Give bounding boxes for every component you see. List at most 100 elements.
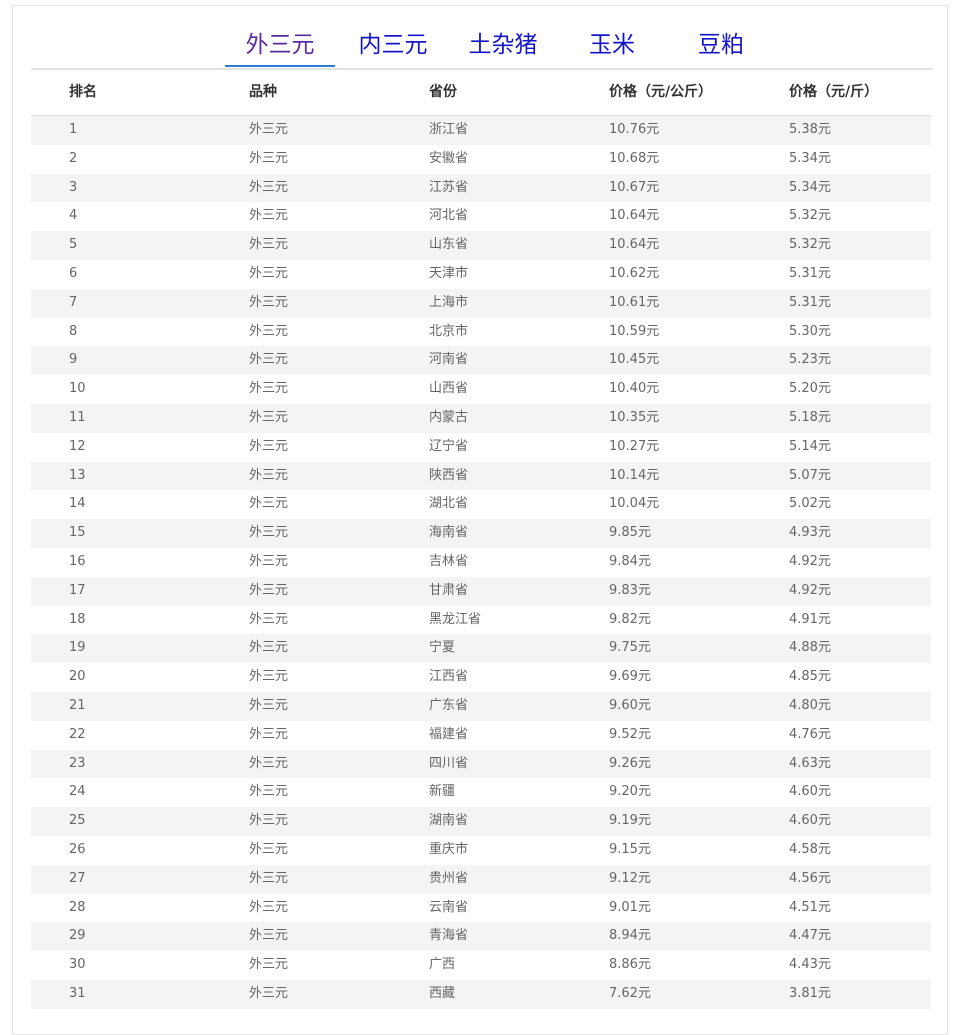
price-kg-cell: 8.94元 — [609, 928, 651, 944]
price-jin-cell: 4.92元 — [789, 582, 831, 598]
table-row: 6 外三元 天津市 10.62元 5.31元 — [31, 260, 931, 289]
breed-cell: 外三元 — [249, 755, 289, 771]
rank-cell: 2 — [69, 150, 78, 166]
price-kg-cell: 10.64元 — [609, 237, 660, 253]
price-jin-cell: 4.88元 — [789, 640, 831, 656]
breed-cell: 外三元 — [249, 899, 289, 915]
header-province: 省份 — [429, 84, 457, 100]
province-cell: 福建省 — [429, 726, 469, 742]
breed-cell: 外三元 — [249, 928, 289, 944]
rank-cell: 1 — [69, 122, 78, 137]
table-row: 7 外三元 上海市 10.61元 5.31元 — [31, 288, 931, 318]
breed-cell: 外三元 — [249, 438, 289, 454]
price-kg-cell: 9.85元 — [609, 525, 651, 541]
rank-cell: 23 — [69, 755, 86, 771]
price-jin-cell: 4.76元 — [789, 726, 831, 742]
table-row: 31 外三元 西藏 7.62元 3.81元 — [31, 979, 931, 1009]
table-row: 17 外三元 甘肃省 9.83元 4.92元 — [31, 576, 931, 606]
price-jin-cell: 4.63元 — [789, 755, 831, 771]
price-kg-cell: 9.20元 — [609, 784, 651, 800]
price-table: 排名 品种 省份 价格（元/公斤） 价格（元/斤） 1 外三元 浙江省 10.76元 5… — [31, 70, 931, 1009]
tab-tu-za-zhu[interactable]: 土杂猪 — [461, 31, 545, 67]
tab-soybean-meal[interactable]: 豆粕 — [695, 31, 747, 67]
breed-cell: 外三元 — [249, 640, 289, 656]
province-cell: 新疆 — [429, 784, 456, 800]
price-jin-cell: 5.34元 — [789, 179, 831, 195]
rank-cell: 28 — [69, 899, 86, 915]
province-cell: 辽宁省 — [429, 438, 469, 454]
table-row: 26 外三元 重庆市 9.15元 4.58元 — [31, 836, 931, 865]
price-kg-cell: 9.83元 — [609, 582, 651, 598]
price-jin-cell: 5.14元 — [789, 438, 831, 454]
province-cell: 重庆市 — [429, 841, 469, 857]
province-cell: 湖北省 — [429, 496, 469, 512]
header-price-per-kg: 价格（元/公斤） — [609, 84, 713, 100]
table-row: 15 外三元 海南省 9.85元 4.93元 — [31, 519, 931, 548]
price-jin-cell: 5.07元 — [789, 467, 831, 483]
price-kg-cell: 9.12元 — [609, 870, 651, 886]
price-jin-cell: 4.93元 — [789, 525, 831, 541]
breed-cell: 外三元 — [249, 352, 289, 368]
price-kg-cell: 10.59元 — [609, 323, 660, 339]
table-row: 12 外三元 辽宁省 10.27元 5.14元 — [31, 433, 931, 462]
province-cell: 安徽省 — [429, 150, 469, 166]
price-jin-cell: 4.56元 — [789, 870, 831, 886]
price-kg-cell: 10.62元 — [609, 265, 660, 281]
price-jin-cell: 5.38元 — [789, 122, 831, 137]
rank-cell: 12 — [69, 438, 86, 454]
breed-cell: 外三元 — [249, 957, 289, 973]
province-cell: 上海市 — [429, 294, 469, 310]
price-jin-cell: 5.32元 — [789, 237, 831, 253]
rank-cell: 11 — [69, 409, 86, 425]
price-jin-cell: 5.18元 — [789, 409, 831, 425]
province-cell: 浙江省 — [429, 122, 469, 137]
rank-cell: 31 — [69, 985, 86, 1001]
price-jin-cell: 3.81元 — [789, 985, 831, 1001]
price-jin-cell: 4.60元 — [789, 813, 831, 829]
price-panel: 外三元 内三元 土杂猪 玉米 豆粕 排名 品种 省份 价格（元/公斤） 价格（元… — [12, 5, 948, 1035]
table-row: 23 外三元 四川省 9.26元 4.63元 — [31, 749, 931, 779]
tab-nei-san-yuan[interactable]: 内三元 — [351, 31, 435, 67]
province-cell: 宁夏 — [429, 640, 456, 656]
rank-cell: 22 — [69, 726, 86, 742]
rank-cell: 4 — [69, 208, 78, 224]
province-cell: 云南省 — [429, 899, 469, 915]
breed-cell: 外三元 — [249, 611, 289, 627]
table-row: 30 外三元 广西 8.86元 4.43元 — [31, 951, 931, 980]
price-kg-cell: 9.15元 — [609, 841, 651, 857]
price-kg-cell: 10.45元 — [609, 352, 660, 368]
tab-wai-san-yuan[interactable]: 外三元 — [225, 31, 335, 67]
table-row: 27 外三元 贵州省 9.12元 4.56元 — [31, 864, 931, 894]
table-row: 25 外三元 湖南省 9.19元 4.60元 — [31, 807, 931, 836]
province-cell: 北京市 — [429, 323, 469, 339]
price-jin-cell: 4.80元 — [789, 697, 831, 713]
price-jin-cell: 5.20元 — [789, 381, 831, 397]
province-cell: 天津市 — [429, 265, 469, 281]
table-row: 19 外三元 宁夏 9.75元 4.88元 — [31, 634, 931, 664]
price-jin-cell: 5.32元 — [789, 208, 831, 224]
table-row: 28 外三元 云南省 9.01元 4.51元 — [31, 894, 931, 923]
breed-cell: 外三元 — [249, 237, 289, 253]
rank-cell: 14 — [69, 496, 86, 512]
breed-cell: 外三元 — [249, 553, 289, 569]
province-cell: 江苏省 — [429, 179, 469, 195]
header-breed: 品种 — [249, 84, 277, 100]
table-row: 1 外三元 浙江省 10.76元 5.38元 — [31, 116, 931, 145]
breed-cell: 外三元 — [249, 323, 289, 339]
rank-cell: 29 — [69, 928, 86, 944]
table-row: 5 外三元 山东省 10.64元 5.32元 — [31, 231, 931, 260]
rank-cell: 16 — [69, 553, 86, 569]
province-cell: 海南省 — [429, 525, 469, 541]
price-jin-cell: 5.31元 — [789, 294, 831, 310]
rank-cell: 9 — [69, 352, 78, 368]
province-cell: 甘肃省 — [429, 582, 469, 598]
price-jin-cell: 5.31元 — [789, 265, 831, 281]
rank-cell: 6 — [69, 265, 78, 281]
breed-cell: 外三元 — [249, 294, 289, 310]
rank-cell: 19 — [69, 640, 86, 656]
breed-cell: 外三元 — [249, 697, 289, 713]
rank-cell: 10 — [69, 381, 86, 397]
price-kg-cell: 9.84元 — [609, 553, 651, 569]
tab-corn[interactable]: 玉米 — [587, 31, 637, 67]
table-row: 9 外三元 河南省 10.45元 5.23元 — [31, 346, 931, 376]
